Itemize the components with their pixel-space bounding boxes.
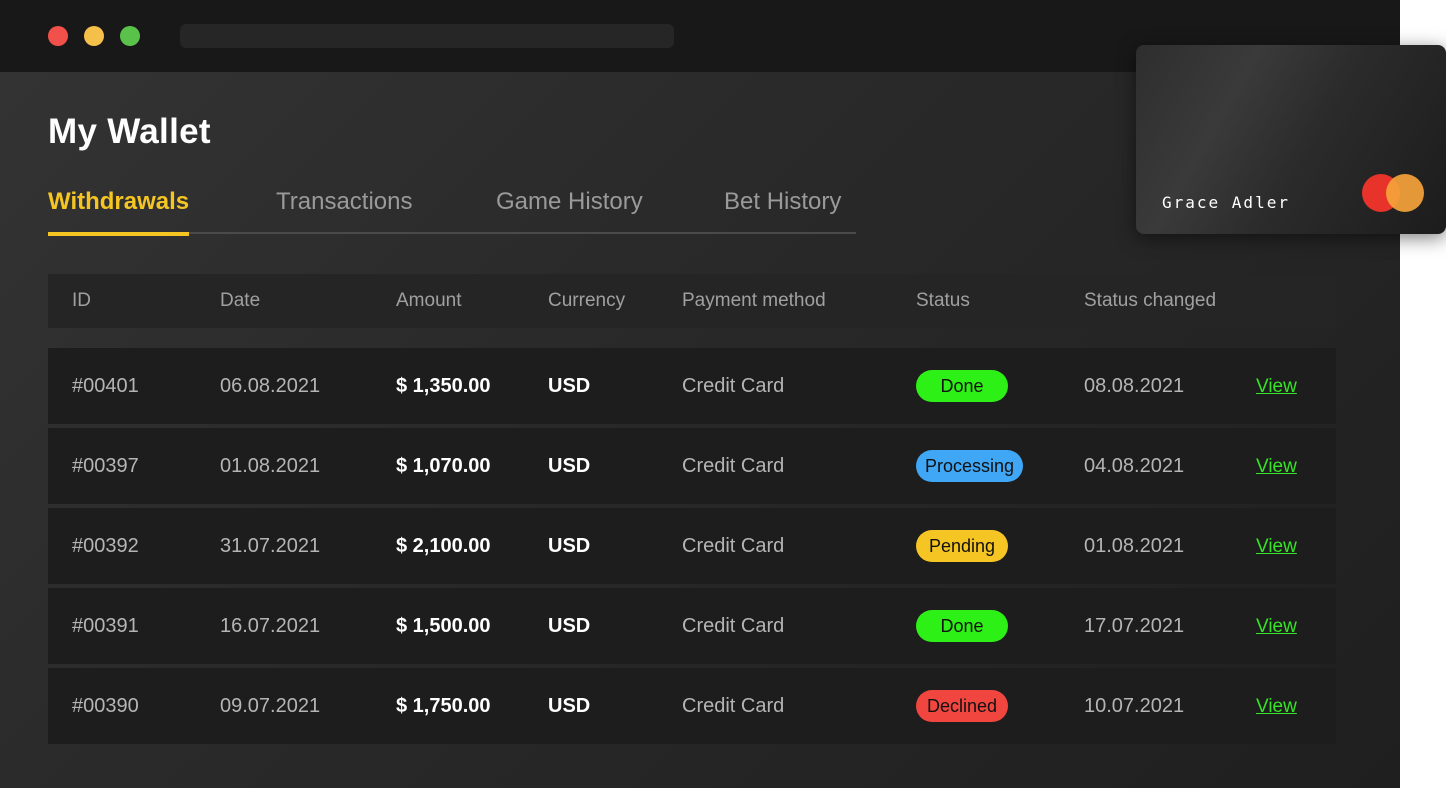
table-row: #00392 31.07.2021 $ 2,100.00 USD Credit … [48,508,1336,584]
minimize-window-button[interactable] [84,26,104,46]
table-row: #00391 16.07.2021 $ 1,500.00 USD Credit … [48,588,1336,664]
withdrawal-id: #00397 [72,455,139,477]
tab-bet-history[interactable]: Bet History [724,183,841,234]
status-changed-date: 08.08.2021 [1084,375,1185,397]
close-window-button[interactable] [48,26,68,46]
page-title: My Wallet [48,112,211,151]
withdrawal-amount: $ 1,500.00 [396,615,491,637]
table-row: #00390 09.07.2021 $ 1,750.00 USD Credit … [48,668,1336,744]
view-link[interactable]: View [1256,588,1297,666]
withdrawal-amount: $ 1,350.00 [396,375,491,397]
table-row: #00401 06.08.2021 $ 1,350.00 USD Credit … [48,348,1336,424]
payment-method: Credit Card [682,455,785,477]
tab-game-history[interactable]: Game History [496,183,643,234]
withdrawal-id: #00401 [72,375,139,397]
status-badge: Pending [916,530,1008,562]
withdrawal-amount: $ 2,100.00 [396,535,491,557]
credit-card[interactable]: Grace Adler [1136,45,1446,234]
payment-method: Credit Card [682,375,785,397]
payment-method: Credit Card [682,535,785,557]
status-changed-date: 17.07.2021 [1084,615,1185,637]
withdrawal-currency: USD [548,695,591,717]
view-link[interactable]: View [1256,428,1297,506]
status-changed-date: 04.08.2021 [1084,455,1185,477]
withdrawal-currency: USD [548,535,591,557]
card-holder-name: Grace Adler [1162,193,1290,212]
view-link[interactable]: View [1256,668,1297,746]
column-header-amount: Amount [396,290,462,311]
payment-method: Credit Card [682,695,785,717]
payment-method: Credit Card [682,615,785,637]
status-badge: Declined [916,690,1008,722]
column-header-currency: Currency [548,290,626,311]
withdrawal-date: 01.08.2021 [220,455,321,477]
address-bar[interactable] [180,24,674,48]
withdrawal-currency: USD [548,455,591,477]
wallet-tabs: Withdrawals Transactions Game History Be… [48,183,856,236]
column-header-payment-method: Payment method [682,290,826,311]
maximize-window-button[interactable] [120,26,140,46]
column-header-status: Status [916,290,970,311]
withdrawal-amount: $ 1,070.00 [396,455,491,477]
view-link[interactable]: View [1256,348,1297,426]
status-badge: Done [916,370,1008,402]
withdrawal-id: #00390 [72,695,139,717]
view-link[interactable]: View [1256,508,1297,586]
column-header-date: Date [220,290,261,311]
mastercard-logo-icon [1362,174,1424,212]
tab-withdrawals[interactable]: Withdrawals [48,183,190,236]
withdrawal-id: #00391 [72,615,139,637]
column-header-id: ID [72,290,91,311]
tab-transactions[interactable]: Transactions [276,183,413,234]
table-header: ID Date Amount Currency Payment method S… [48,274,1336,328]
status-badge: Done [916,610,1008,642]
withdrawal-id: #00392 [72,535,139,557]
withdrawal-currency: USD [548,615,591,637]
withdrawal-amount: $ 1,750.00 [396,695,491,717]
status-changed-date: 10.07.2021 [1084,695,1185,717]
column-header-status-changed: Status changed [1084,290,1217,311]
withdrawal-date: 16.07.2021 [220,615,321,637]
status-changed-date: 01.08.2021 [1084,535,1185,557]
withdrawal-date: 06.08.2021 [220,375,321,397]
table-row: #00397 01.08.2021 $ 1,070.00 USD Credit … [48,428,1336,504]
status-badge: Processing [916,450,1024,482]
withdrawal-date: 09.07.2021 [220,695,321,717]
withdrawal-date: 31.07.2021 [220,535,321,557]
withdrawal-currency: USD [548,375,591,397]
